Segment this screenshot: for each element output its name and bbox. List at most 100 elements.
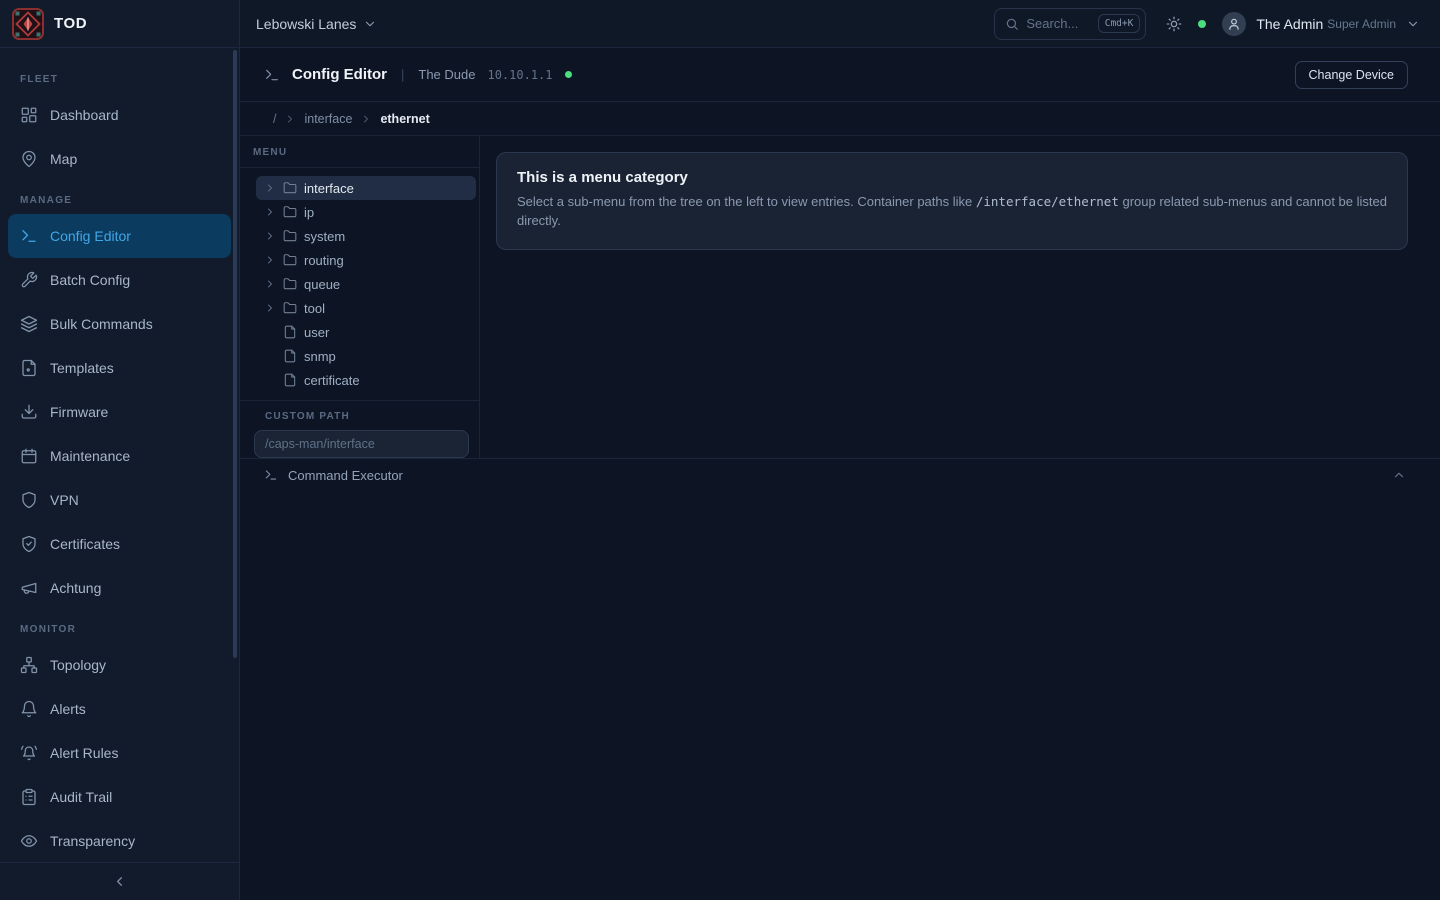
- breadcrumb: / interface ethernet: [240, 102, 1440, 136]
- topbar: Lebowski Lanes Search... Cmd+K The Admin…: [240, 0, 1440, 48]
- sidebar-item-label: Dashboard: [50, 107, 119, 123]
- tree-item-label: routing: [304, 253, 344, 268]
- breadcrumb-current: ethernet: [380, 112, 429, 126]
- tree-item-system[interactable]: system: [256, 224, 476, 248]
- sidebar-item-vpn[interactable]: VPN: [8, 478, 231, 522]
- info-card-body: Select a sub-menu from the tree on the l…: [517, 193, 1387, 231]
- terminal-icon: [20, 227, 38, 245]
- section-label-fleet: FLEET: [8, 74, 231, 85]
- user-menu[interactable]: The Admin Super Admin: [1222, 12, 1420, 36]
- device-name: The Dude: [418, 67, 475, 82]
- connection-status-dot: [1198, 20, 1206, 28]
- menu-tree: interface ip system: [240, 168, 479, 400]
- device-online-dot: [565, 71, 572, 78]
- tree-item-interface[interactable]: interface: [256, 176, 476, 200]
- nav-section-fleet: FLEET Dashboard Map: [8, 74, 231, 181]
- content-panel: This is a menu category Select a sub-men…: [480, 136, 1440, 458]
- sidebar-item-alert-rules[interactable]: Alert Rules: [8, 731, 231, 775]
- tree-item-label: tool: [304, 301, 325, 316]
- tree-item-label: snmp: [304, 349, 336, 364]
- tree-item-label: certificate: [304, 373, 360, 388]
- terminal-icon: [264, 468, 278, 482]
- sidebar-item-audit-trail[interactable]: Audit Trail: [8, 775, 231, 819]
- sidebar-item-dashboard[interactable]: Dashboard: [8, 93, 231, 137]
- chevron-right-icon[interactable]: [264, 230, 276, 242]
- chevron-up-icon[interactable]: [1392, 468, 1406, 482]
- file-icon: [283, 373, 297, 387]
- nav-section-manage: MANAGE Config Editor Batch Config Bulk C…: [8, 195, 231, 610]
- avatar: [1222, 12, 1246, 36]
- sidebar-collapse-button[interactable]: [0, 862, 239, 900]
- chevron-right-icon[interactable]: [264, 206, 276, 218]
- main-area: Lebowski Lanes Search... Cmd+K The Admin…: [240, 0, 1440, 900]
- change-device-button[interactable]: Change Device: [1295, 61, 1408, 89]
- command-executor-label: Command Executor: [288, 468, 403, 483]
- custom-path-label: CUSTOM PATH: [254, 411, 469, 422]
- sidebar-item-batch-config[interactable]: Batch Config: [8, 258, 231, 302]
- sidebar-item-topology[interactable]: Topology: [8, 643, 231, 687]
- sidebar-item-certificates[interactable]: Certificates: [8, 522, 231, 566]
- page-title: Config Editor: [292, 66, 387, 83]
- sidebar-item-label: Firmware: [50, 404, 108, 420]
- tree-item-certificate[interactable]: certificate: [256, 368, 476, 392]
- dashboard-icon: [20, 106, 38, 124]
- sidebar-scrollbar[interactable]: [233, 50, 237, 658]
- sidebar-item-firmware[interactable]: Firmware: [8, 390, 231, 434]
- info-card-title: This is a menu category: [517, 169, 1387, 186]
- menu-tree-panel: MENU interface ip s: [240, 136, 480, 458]
- file-icon: [283, 349, 297, 363]
- tree-item-routing[interactable]: routing: [256, 248, 476, 272]
- chevron-right-icon[interactable]: [264, 278, 276, 290]
- file-code-icon: [20, 359, 38, 377]
- search-shortcut-badge: Cmd+K: [1098, 14, 1141, 33]
- search-icon: [1005, 17, 1019, 31]
- sidebar-item-config-editor[interactable]: Config Editor: [8, 214, 231, 258]
- tree-item-tool[interactable]: tool: [256, 296, 476, 320]
- sidebar-nav: FLEET Dashboard Map MANAGE Config Editor: [0, 48, 239, 862]
- folder-icon: [283, 229, 297, 243]
- device-ip: 10.10.1.1: [487, 68, 552, 82]
- chevron-right-icon: [284, 113, 296, 125]
- sidebar-item-achtung[interactable]: Achtung: [8, 566, 231, 610]
- command-executor-bar[interactable]: Command Executor: [240, 458, 1440, 491]
- sidebar-item-alerts[interactable]: Alerts: [8, 687, 231, 731]
- sidebar-item-bulk-commands[interactable]: Bulk Commands: [8, 302, 231, 346]
- tree-item-label: ip: [304, 205, 314, 220]
- breadcrumb-segment[interactable]: interface: [304, 112, 352, 126]
- wrench-icon: [20, 271, 38, 289]
- sidebar-item-map[interactable]: Map: [8, 137, 231, 181]
- brand-row: TOD: [0, 0, 239, 48]
- file-icon: [283, 325, 297, 339]
- info-body-code: /interface/ethernet: [976, 194, 1119, 209]
- brand-logo-icon: [12, 8, 44, 40]
- terminal-icon: [264, 67, 280, 83]
- sidebar: TOD FLEET Dashboard Map MANAGE: [0, 0, 240, 900]
- tree-item-label: system: [304, 229, 345, 244]
- bell-ring-icon: [20, 744, 38, 762]
- theme-toggle-sun-icon[interactable]: [1166, 16, 1182, 32]
- chevron-right-icon[interactable]: [264, 254, 276, 266]
- brand-name: TOD: [54, 15, 87, 32]
- tree-item-ip[interactable]: ip: [256, 200, 476, 224]
- org-name: Lebowski Lanes: [256, 16, 356, 32]
- chevron-right-icon[interactable]: [264, 182, 276, 194]
- sidebar-item-label: Alerts: [50, 701, 86, 717]
- search-input[interactable]: Search... Cmd+K: [994, 8, 1146, 40]
- org-switcher[interactable]: Lebowski Lanes: [256, 16, 377, 32]
- tree-item-snmp[interactable]: snmp: [256, 344, 476, 368]
- sidebar-item-maintenance[interactable]: Maintenance: [8, 434, 231, 478]
- sidebar-item-templates[interactable]: Templates: [8, 346, 231, 390]
- custom-path-input[interactable]: [254, 430, 469, 458]
- folder-icon: [283, 181, 297, 195]
- sidebar-item-label: Batch Config: [50, 272, 130, 288]
- chevron-right-icon[interactable]: [264, 302, 276, 314]
- sidebar-item-label: VPN: [50, 492, 79, 508]
- tree-item-user[interactable]: user: [256, 320, 476, 344]
- sidebar-item-transparency[interactable]: Transparency: [8, 819, 231, 862]
- tree-item-queue[interactable]: queue: [256, 272, 476, 296]
- breadcrumb-root[interactable]: /: [273, 112, 276, 126]
- shield-check-icon: [20, 535, 38, 553]
- topbar-right: Search... Cmd+K The Admin Super Admin: [994, 8, 1420, 40]
- tree-item-label: user: [304, 325, 329, 340]
- divider: |: [401, 67, 404, 82]
